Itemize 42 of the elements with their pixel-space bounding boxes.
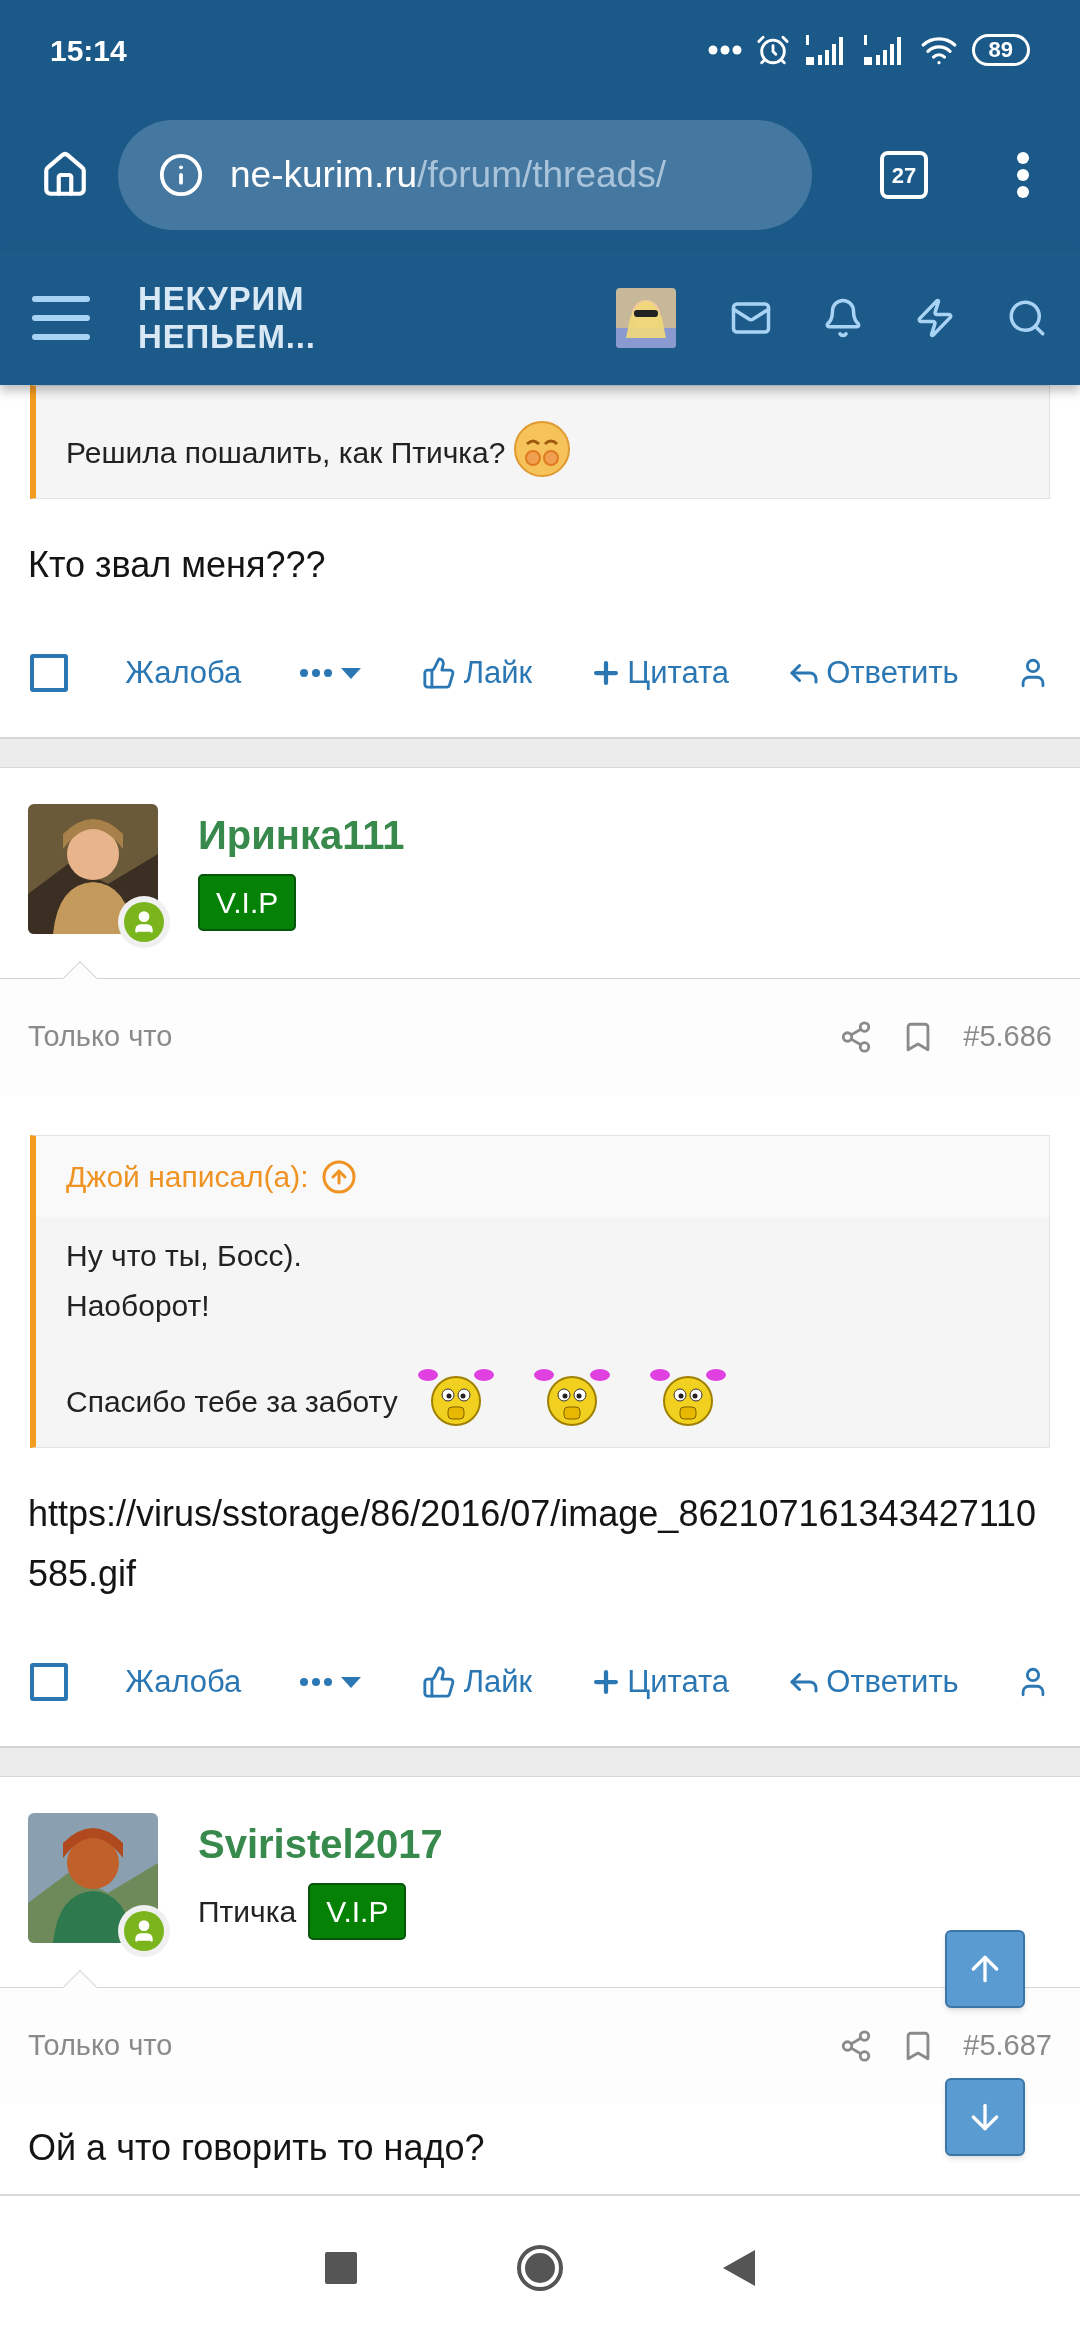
- alarm-icon: [755, 33, 790, 67]
- quote-text: Ну что ты, Босс).: [66, 1238, 302, 1274]
- select-checkbox[interactable]: [30, 654, 68, 692]
- quote-text: Решила пошалить, как Птичка?: [66, 435, 506, 471]
- reply-button[interactable]: Ответить: [786, 649, 959, 697]
- post-time[interactable]: Только что: [28, 2024, 840, 2068]
- scroll-up-button[interactable]: [945, 1930, 1025, 2008]
- post-text: Кто звал меня???: [28, 543, 326, 587]
- tab-count[interactable]: 27: [880, 151, 928, 199]
- post-number[interactable]: #5.686: [963, 1015, 1052, 1059]
- username[interactable]: Sviristel2017: [198, 1817, 443, 1871]
- select-checkbox[interactable]: [30, 1663, 68, 1701]
- report-link[interactable]: Жалоба: [125, 1658, 242, 1706]
- menu-icon[interactable]: [1016, 152, 1030, 198]
- post-number[interactable]: #5.687: [963, 2024, 1052, 2068]
- back-button[interactable]: [723, 2250, 755, 2286]
- like-button[interactable]: Лайк: [421, 649, 533, 697]
- quote-button[interactable]: Цитата: [589, 649, 730, 697]
- vip-badge: V.I.P: [308, 1883, 407, 1940]
- quote-button[interactable]: Цитата: [589, 1658, 730, 1706]
- home-button[interactable]: [517, 2245, 563, 2291]
- user-title: Птичка: [198, 1894, 297, 1930]
- reply-button[interactable]: Ответить: [786, 1658, 959, 1706]
- vip-badge: V.I.P: [198, 874, 297, 931]
- more-notifications-icon: [707, 45, 742, 55]
- smiley-icon: [513, 420, 572, 478]
- report-link[interactable]: Жалоба: [125, 649, 242, 697]
- scroll-down-button[interactable]: [945, 2078, 1025, 2156]
- thumbs-up-icon: [421, 656, 456, 690]
- quote-text: Спасибо тебе за заботу: [66, 1384, 398, 1420]
- post-text: Ой а что говорить то надо?: [28, 2126, 485, 2170]
- battery-level: 89: [971, 34, 1030, 66]
- like-button[interactable]: Лайк: [421, 1658, 533, 1706]
- post-text: https://virus/sstorage/86/2016/07/image_862107161343427110585.gif: [28, 1492, 1038, 1596]
- post-time[interactable]: Только что: [28, 1015, 840, 1059]
- status-time: 15:14: [50, 32, 128, 69]
- site-logo[interactable]: НЕКУРИМ НЕПЬЕМ...: [138, 279, 616, 356]
- address-bar[interactable]: ne-kurim.ru/forum/threads/: [118, 120, 812, 230]
- username[interactable]: Иринка111: [198, 808, 405, 862]
- thumbs-up-icon: [421, 1665, 456, 1699]
- menu-icon[interactable]: [32, 293, 90, 342]
- quote-text: Наоборот!: [66, 1288, 210, 1324]
